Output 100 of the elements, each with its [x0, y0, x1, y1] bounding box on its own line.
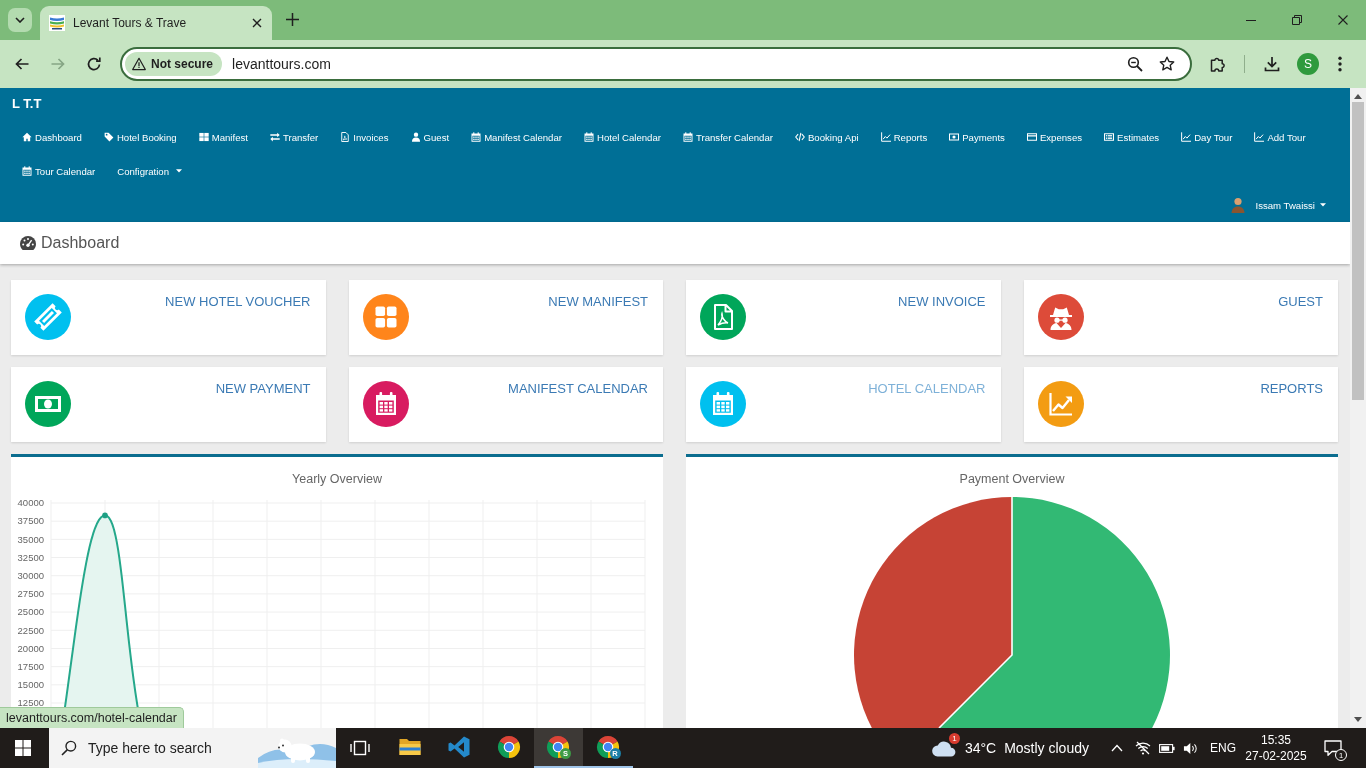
scroll-down-arrow-icon[interactable]: [1354, 717, 1362, 722]
windows-logo-icon[interactable]: [15, 740, 31, 756]
browser-icon: [595, 735, 620, 759]
calendar-icon: [584, 132, 594, 142]
y-axis-label: 25000: [17, 606, 44, 618]
nav-link[interactable]: Reports: [869, 120, 939, 154]
language-indicator[interactable]: ENG: [1210, 741, 1236, 755]
nav-link[interactable]: Hotel Calendar: [573, 120, 672, 154]
page-title: Dashboard: [41, 234, 120, 252]
document-icon: [340, 132, 351, 142]
y-axis-label: 27500: [17, 588, 44, 600]
nav-link[interactable]: Booking Api: [783, 120, 870, 154]
shortcut-card[interactable]: MANIFEST CALENDAR: [348, 367, 663, 442]
banknote-icon: [949, 132, 960, 142]
y-axis-label: 22500: [17, 624, 44, 636]
nav-link[interactable]: Hotel Booking: [92, 120, 188, 154]
line-chart-icon: [1181, 132, 1192, 142]
chevron-up-icon[interactable]: [1111, 744, 1123, 752]
caret-down-icon: [1320, 203, 1326, 207]
plus-icon[interactable]: [286, 13, 299, 26]
nav-link[interactable]: Configration: [106, 154, 193, 188]
bookmark-star-icon[interactable]: [1159, 56, 1175, 72]
calendar-icon: [683, 132, 693, 142]
chart-title: Yearly Overview: [292, 471, 382, 488]
swap-arrows-icon: [269, 132, 280, 142]
y-axis-label: 17500: [17, 660, 44, 672]
close-icon[interactable]: [1338, 15, 1348, 25]
extensions-icon[interactable]: [1210, 56, 1226, 72]
calendar-icon: [22, 166, 32, 176]
weather-alert-count: 1: [948, 733, 960, 744]
user-avatar-icon: [1231, 197, 1246, 213]
nav-link[interactable]: Manifest Calendar: [460, 120, 573, 154]
notification-icon[interactable]: [1324, 740, 1342, 756]
y-axis-label: 12500: [17, 697, 44, 709]
menu-icon[interactable]: [1338, 56, 1342, 72]
grid-icon: [198, 132, 209, 142]
site-logo-icon: [49, 15, 65, 31]
back-arrow-icon[interactable]: [14, 56, 30, 72]
home-icon: [22, 132, 32, 142]
security-chip[interactable]: Not secure: [125, 52, 223, 76]
chart-title: Payment Overview: [959, 471, 1065, 488]
user-icon: [410, 132, 421, 142]
line-chart-icon: [880, 132, 891, 142]
credit-card-icon: [1026, 132, 1037, 142]
y-axis-label: 15000: [17, 679, 44, 691]
code-editor-icon: [447, 735, 472, 759]
y-axis-label: 20000: [17, 642, 44, 654]
line-chart-icon: [1254, 132, 1265, 142]
zoom-out-icon[interactable]: [1127, 56, 1143, 72]
minimize-icon[interactable]: [1246, 19, 1256, 21]
y-axis-label: 40000: [17, 497, 44, 509]
data-point: [102, 512, 108, 519]
y-axis-label: 30000: [17, 570, 44, 582]
cloud-icon[interactable]: [930, 739, 957, 757]
clock-time[interactable]: 15:35: [1261, 732, 1291, 748]
user-menu[interactable]: Issam Twaissi: [1231, 197, 1326, 213]
scrollbar-thumb[interactable]: [1352, 102, 1364, 400]
browser-icon: [496, 735, 521, 759]
nav-link[interactable]: Day Tour: [1170, 120, 1244, 154]
address-bar[interactable]: Not secure levanttours.com: [120, 47, 1192, 81]
wifi-off-icon[interactable]: [1135, 740, 1151, 756]
url-text: levanttours.com: [232, 56, 331, 72]
nav-link[interactable]: Estimates: [1093, 120, 1171, 154]
search-box[interactable]: Type here to search: [49, 728, 336, 768]
nav-link[interactable]: Expenses: [1015, 120, 1094, 154]
calendar-icon: [471, 132, 482, 142]
task-view-icon[interactable]: [349, 739, 371, 757]
link-preview-bubble: levanttours.com/hotel-calendar: [0, 707, 184, 728]
shortcut-card[interactable]: NEW HOTEL VOUCHER: [11, 280, 326, 355]
shortcut-card[interactable]: GUEST: [1023, 280, 1338, 355]
weather-condition: Mostly cloudy: [1004, 740, 1089, 756]
nav-link[interactable]: Transfer Calendar: [672, 120, 784, 154]
profile-avatar[interactable]: S: [1297, 53, 1319, 75]
restore-icon[interactable]: [1292, 15, 1302, 25]
brand-name[interactable]: L T.T: [12, 96, 42, 112]
nav-link[interactable]: Payments: [938, 120, 1016, 154]
clock-date[interactable]: 27-02-2025: [1245, 748, 1307, 764]
reload-icon[interactable]: [86, 56, 102, 72]
close-tab-icon[interactable]: [252, 18, 262, 28]
y-axis-label: 32500: [17, 551, 44, 563]
nav-link[interactable]: Dashboard: [11, 120, 93, 154]
search-icon: [61, 740, 77, 756]
nav-link[interactable]: Invoices: [329, 120, 400, 154]
scroll-up-arrow-icon[interactable]: [1354, 94, 1362, 99]
gauge-icon: [19, 235, 37, 251]
caret-down-icon: [15, 17, 25, 23]
tab-search-button[interactable]: [8, 8, 32, 32]
temperature-label: 34°C: [964, 740, 997, 756]
shortcut-card[interactable]: NEW PAYMENT: [11, 367, 326, 442]
browser-tab[interactable]: Levant Tours & Trave: [40, 6, 272, 40]
nav-link[interactable]: Tour Calendar: [11, 154, 107, 188]
download-icon[interactable]: [1264, 56, 1280, 72]
caret-down-icon: [176, 169, 182, 173]
shortcut-card[interactable]: NEW MANIFEST: [348, 280, 663, 355]
shortcut-card[interactable]: REPORTS: [1023, 367, 1338, 442]
nav-link[interactable]: Manifest: [187, 120, 259, 154]
nav-link[interactable]: Transfer: [258, 120, 330, 154]
shortcut-card[interactable]: NEW INVOICE: [686, 280, 1001, 355]
nav-link[interactable]: Guest: [399, 120, 461, 154]
nav-link[interactable]: Add Tour: [1243, 120, 1317, 154]
